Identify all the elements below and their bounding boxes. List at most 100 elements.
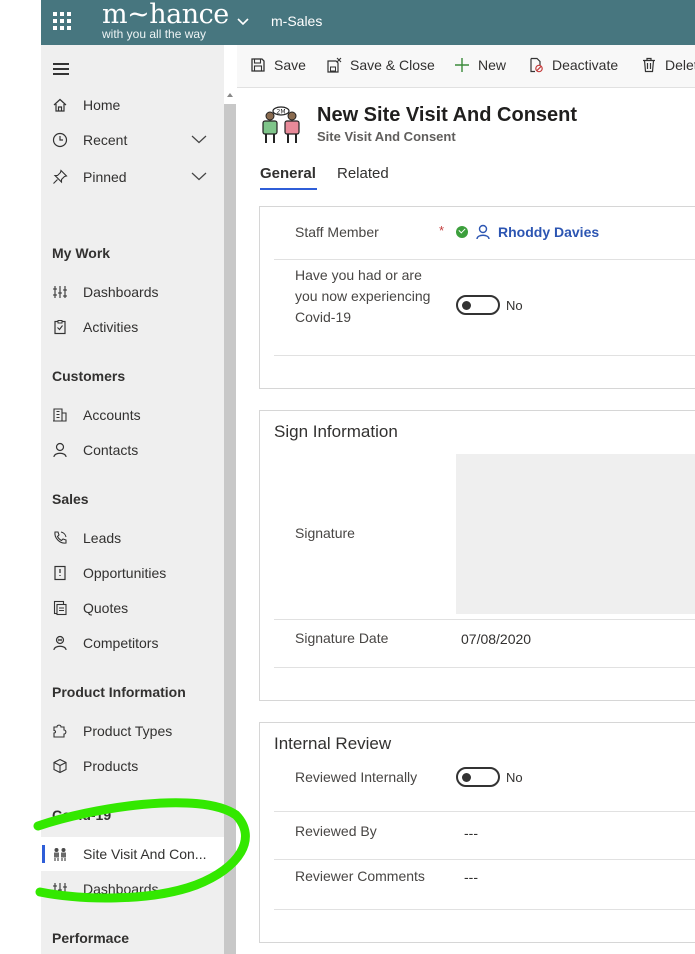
quote-icon xyxy=(52,600,68,616)
sidebar-item-label: Dashboards xyxy=(83,881,159,897)
staff-member-label: Staff Member xyxy=(295,224,379,240)
group-title-covid-19: Covid-19 xyxy=(52,807,112,823)
deactivate-label: Deactivate xyxy=(552,57,619,73)
puzzle-icon xyxy=(52,723,68,739)
toggle-knob xyxy=(462,301,471,310)
delete-button[interactable]: Delet xyxy=(641,57,695,73)
tab-general[interactable]: General xyxy=(260,165,316,182)
toggle-knob xyxy=(462,773,471,782)
signature-date-label: Signature Date xyxy=(295,630,389,646)
svg-text:2M: 2M xyxy=(277,109,286,116)
sidebar-item-competitors[interactable]: Competitors xyxy=(41,626,224,660)
section-title-sign-information: Sign Information xyxy=(274,422,398,441)
sidebar-item-label: Competitors xyxy=(83,635,159,651)
sidebar-item-label: Activities xyxy=(83,319,139,335)
sidebar-item-recent[interactable]: Recent xyxy=(41,123,224,157)
phone-icon xyxy=(52,530,68,546)
divider xyxy=(274,667,695,668)
sidebar-item-home[interactable]: Home xyxy=(41,88,224,122)
app-launcher-icon[interactable] xyxy=(53,12,71,30)
deactivate-button[interactable]: Deactivate xyxy=(528,57,618,73)
sidebar-scrollbar[interactable] xyxy=(224,90,236,954)
chevron-down-icon[interactable] xyxy=(191,134,207,144)
staff-member-value[interactable]: Rhoddy Davies xyxy=(498,224,599,240)
pin-icon xyxy=(52,169,68,185)
hamburger-menu-icon[interactable] xyxy=(53,63,69,75)
staff-member-lookup[interactable]: Rhoddy Davies xyxy=(456,224,599,240)
chevron-down-icon[interactable] xyxy=(191,171,207,181)
app-name[interactable]: m-Sales xyxy=(271,13,322,29)
sidebar: Home Recent Pinned My Work Dashboards Ac… xyxy=(41,45,224,954)
sidebar-item-quotes[interactable]: Quotes xyxy=(41,591,224,625)
new-label: New xyxy=(478,57,507,73)
sidebar-item-label: Leads xyxy=(83,530,122,546)
sidebar-item-pinned[interactable]: Pinned xyxy=(41,160,224,194)
group-title-product-information: Product Information xyxy=(52,684,186,700)
scroll-up-arrow-icon[interactable] xyxy=(227,93,233,97)
plus-icon xyxy=(455,58,469,72)
divider xyxy=(274,259,695,260)
required-marker: * xyxy=(439,223,445,238)
sidebar-item-label: Home xyxy=(83,97,121,113)
save-label: Save xyxy=(274,57,306,73)
save-button[interactable]: Save xyxy=(250,57,306,73)
save-close-icon xyxy=(327,57,342,73)
sidebar-item-contacts[interactable]: Contacts xyxy=(41,433,224,467)
covid-toggle-value: No xyxy=(506,298,523,313)
reviewed-by-value[interactable]: --- xyxy=(464,825,478,841)
reviewed-by-label: Reviewed By xyxy=(295,823,377,839)
dashboard-icon xyxy=(52,881,68,897)
app-window: m~hance with you all the way m-Sales Hom… xyxy=(0,0,695,954)
save-and-close-button[interactable]: Save & Close xyxy=(326,57,435,73)
sidebar-item-product-types[interactable]: Product Types xyxy=(41,714,224,748)
person-icon xyxy=(52,442,68,458)
signature-date-value[interactable]: 07/08/2020 xyxy=(461,631,531,647)
sidebar-item-label: Quotes xyxy=(83,600,129,616)
sidebar-item-covid-dashboards[interactable]: Dashboards xyxy=(41,872,224,906)
sidebar-item-accounts[interactable]: Accounts xyxy=(41,398,224,432)
sidebar-item-label: Product Types xyxy=(83,723,173,739)
site-visit-entity-icon: 2M xyxy=(262,106,300,143)
group-title-performace: Performace xyxy=(52,930,130,946)
new-button[interactable]: New xyxy=(454,57,506,73)
signature-pad[interactable] xyxy=(456,454,695,614)
cube-icon xyxy=(52,758,68,774)
sidebar-item-leads[interactable]: Leads xyxy=(41,521,224,555)
tab-related[interactable]: Related xyxy=(337,165,389,182)
building-icon xyxy=(52,407,68,423)
signature-label: Signature xyxy=(295,525,355,541)
verified-check-icon xyxy=(456,226,468,238)
sidebar-item-dashboards[interactable]: Dashboards xyxy=(41,275,224,309)
delete-label: Delet xyxy=(665,57,695,73)
home-icon xyxy=(52,97,68,113)
sidebar-item-label: Accounts xyxy=(83,407,141,423)
document-icon xyxy=(52,565,68,581)
person-icon xyxy=(476,224,490,240)
sidebar-item-label: Products xyxy=(83,758,139,774)
reviewed-internally-label: Reviewed Internally xyxy=(295,769,418,785)
competitor-icon xyxy=(52,635,68,651)
brand-name: m~hance xyxy=(102,0,229,30)
covid-toggle[interactable] xyxy=(456,295,500,315)
section-title-internal-review: Internal Review xyxy=(274,734,392,753)
command-bar: Save Save & Close New Deactivate Delet xyxy=(237,45,695,88)
sidebar-item-products[interactable]: Products xyxy=(41,749,224,783)
chevron-down-icon[interactable] xyxy=(236,14,250,28)
dashboard-icon xyxy=(52,284,68,300)
scrollbar-thumb[interactable] xyxy=(224,104,236,954)
sidebar-item-activities[interactable]: Activities xyxy=(41,310,224,344)
sidebar-item-site-visit[interactable]: Site Visit And Con... xyxy=(41,837,224,871)
clock-icon xyxy=(52,132,68,148)
divider xyxy=(274,355,695,356)
site-visit-icon xyxy=(52,846,68,862)
covid-question-label: Have you had or are you now experiencing… xyxy=(295,267,431,325)
sidebar-item-label: Dashboards xyxy=(83,284,159,300)
reviewer-comments-value[interactable]: --- xyxy=(464,869,478,885)
active-indicator xyxy=(42,845,45,863)
reviewer-comments-label: Reviewer Comments xyxy=(295,868,425,884)
reviewed-internally-value: No xyxy=(506,770,523,785)
reviewed-internally-toggle[interactable] xyxy=(456,767,500,787)
sidebar-item-label: Site Visit And Con... xyxy=(83,846,207,862)
sidebar-item-opportunities[interactable]: Opportunities xyxy=(41,556,224,590)
brand-logo[interactable]: m~hance with you all the way xyxy=(102,0,229,41)
